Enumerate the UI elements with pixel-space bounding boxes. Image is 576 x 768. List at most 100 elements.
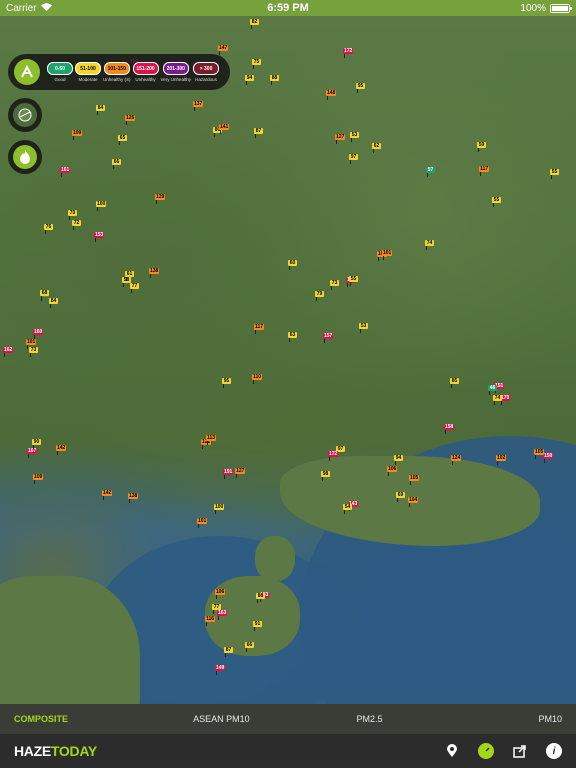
station-marker[interactable]: 74 — [425, 240, 434, 250]
station-marker[interactable]: 60 — [288, 260, 297, 270]
station-marker[interactable]: 88 — [270, 75, 279, 85]
station-marker[interactable]: 57 — [426, 167, 435, 177]
station-marker[interactable]: 124 — [451, 455, 462, 465]
station-marker[interactable]: 82 — [250, 19, 259, 29]
station-marker[interactable]: 70 — [68, 210, 77, 220]
station-marker[interactable]: 191 — [223, 469, 234, 479]
source-tab-composite[interactable]: COMPOSITE — [0, 714, 147, 724]
station-marker[interactable]: 149 — [215, 665, 226, 675]
station-marker[interactable]: 105 — [409, 475, 420, 485]
station-marker[interactable]: 100 — [214, 504, 225, 514]
station-marker[interactable]: 55 — [550, 169, 559, 179]
station-marker[interactable]: 147 — [218, 45, 229, 55]
station-marker[interactable]: 157 — [323, 333, 334, 343]
station-marker[interactable]: 106 — [215, 589, 226, 599]
station-marker[interactable]: 91 — [253, 621, 262, 631]
station-marker[interactable]: 66 — [112, 159, 121, 169]
share-icon[interactable] — [512, 743, 528, 759]
station-marker[interactable]: 158 — [444, 424, 455, 434]
station-marker[interactable]: 138 — [128, 493, 139, 503]
station-marker[interactable]: 73 — [29, 347, 38, 357]
station-marker[interactable]: 161 — [60, 167, 71, 177]
station-marker[interactable]: 74 — [493, 395, 502, 405]
station-marker[interactable]: 148 — [326, 90, 337, 100]
station-marker[interactable]: 87 — [254, 128, 263, 138]
station-marker[interactable]: 53 — [359, 323, 368, 333]
station-marker[interactable]: 100 — [96, 201, 107, 211]
station-marker[interactable]: 75 — [252, 59, 261, 69]
station-marker[interactable]: 138 — [149, 268, 160, 278]
station-marker[interactable]: 94 — [394, 455, 403, 465]
station-marker[interactable]: 46 — [488, 385, 497, 395]
station-marker[interactable]: 69 — [396, 492, 405, 502]
station-marker[interactable]: 101 — [382, 250, 393, 260]
station-marker[interactable]: 55 — [349, 276, 358, 286]
station-marker[interactable]: 102 — [496, 455, 507, 465]
station-marker[interactable]: 61 — [125, 271, 134, 281]
source-tab-pm10[interactable]: PM10 — [444, 714, 576, 724]
station-marker[interactable]: 172 — [343, 48, 354, 58]
station-marker[interactable]: 77 — [130, 283, 139, 293]
station-marker[interactable]: 127 — [235, 468, 246, 478]
station-marker[interactable]: 98 — [321, 471, 330, 481]
station-marker[interactable]: 68 — [40, 290, 49, 300]
station-marker[interactable]: 142 — [56, 445, 67, 455]
bottom-toolbar: HAZE TODAY i — [0, 734, 576, 768]
station-marker[interactable]: 62 — [372, 143, 381, 153]
station-marker[interactable]: 97 — [349, 154, 358, 164]
station-marker[interactable]: 126 — [125, 115, 136, 125]
station-marker[interactable]: 110 — [252, 374, 263, 384]
station-marker[interactable]: 117 — [479, 166, 490, 176]
satellite-layer-button[interactable] — [8, 98, 42, 132]
station-marker[interactable]: 160 — [33, 329, 44, 339]
station-marker[interactable]: 162 — [3, 347, 14, 357]
station-marker[interactable]: 84 — [96, 105, 105, 115]
station-marker[interactable]: 72 — [72, 220, 81, 230]
station-marker[interactable]: 142 — [102, 490, 113, 500]
source-tab-pm2-5[interactable]: PM2.5 — [295, 714, 443, 724]
source-tab-asean-pm10[interactable]: ASEAN PM10 — [147, 714, 295, 724]
station-marker[interactable]: 116 — [205, 616, 216, 626]
station-marker[interactable]: 87 — [224, 647, 233, 657]
station-marker[interactable]: 129 — [155, 194, 166, 204]
location-pin-icon[interactable] — [444, 743, 460, 759]
station-marker[interactable]: 101 — [197, 518, 208, 528]
station-marker[interactable]: 109 — [72, 130, 83, 140]
station-marker[interactable]: 105 — [534, 449, 545, 459]
station-marker[interactable]: 90 — [32, 439, 41, 449]
station-marker[interactable]: 127 — [335, 134, 346, 144]
station-marker[interactable]: 79 — [315, 291, 324, 301]
station-marker[interactable]: 117 — [254, 324, 265, 334]
info-icon[interactable]: i — [546, 743, 562, 759]
station-marker[interactable]: 150 — [543, 453, 554, 463]
station-marker[interactable]: 94 — [245, 75, 254, 85]
gauge-icon[interactable] — [478, 743, 494, 759]
station-marker[interactable]: 113 — [206, 435, 217, 445]
station-marker[interactable]: 73 — [330, 280, 339, 290]
station-marker[interactable]: 84 — [49, 298, 58, 308]
station-marker[interactable]: 153 — [94, 232, 105, 242]
station-marker[interactable]: 54 — [343, 504, 352, 514]
station-marker[interactable]: 172 — [328, 451, 339, 461]
air-quality-map[interactable]: 6514757841551431831706612285539712979106… — [0, 16, 576, 704]
station-marker[interactable]: 95 — [356, 83, 365, 93]
station-marker[interactable]: 163 — [217, 610, 228, 620]
station-marker[interactable]: 55 — [492, 197, 501, 207]
station-marker[interactable]: 53 — [350, 132, 359, 142]
station-marker[interactable]: 65 — [118, 135, 127, 145]
haze-logo-icon[interactable] — [14, 59, 40, 85]
station-marker[interactable]: 85 — [450, 378, 459, 388]
station-marker[interactable]: 106 — [387, 466, 398, 476]
fire-layer-button[interactable] — [8, 140, 42, 174]
station-marker[interactable]: 59 — [477, 142, 486, 152]
station-marker[interactable]: 141 — [219, 124, 230, 134]
station-marker[interactable]: 101 — [26, 339, 37, 349]
station-marker[interactable]: 95 — [222, 378, 231, 388]
station-marker[interactable]: 66 — [245, 642, 254, 652]
station-marker[interactable]: 76 — [44, 224, 53, 234]
station-marker[interactable]: 109 — [33, 474, 44, 484]
station-marker[interactable]: 88 — [256, 593, 265, 603]
station-marker[interactable]: 104 — [408, 497, 419, 507]
station-marker[interactable]: 63 — [288, 332, 297, 342]
station-marker[interactable]: 137 — [193, 101, 204, 111]
